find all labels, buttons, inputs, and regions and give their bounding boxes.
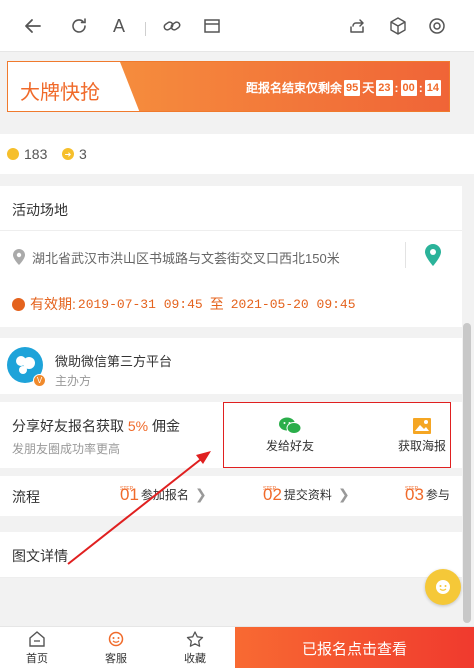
step-tag: STEP [263,486,277,492]
divider [0,577,462,578]
process-section: 流程 STEP 01 参加报名 ❯ STEP 02 提交资料 ❯ STEP 03 参与 [0,476,462,516]
location-pin-icon [13,249,25,270]
share-subtitle: 发朋友圈成功率更高 [12,442,121,456]
validity-period: 有效期: 2019-07-31 09:45 至 2021-05-20 09:45 [12,294,356,314]
coin-count: 183 [24,146,48,162]
banner-title: 大牌快抢 [20,82,100,104]
nav-home[interactable]: 首页 [12,631,62,666]
nav-favorite-label: 收藏 [184,653,206,665]
chevron-right-icon: ❯ [337,486,350,502]
annotation-highlight-box: 发给好友 获取海报 [223,402,451,468]
star-icon [186,631,204,647]
step-number: STEP 03 [405,486,424,503]
window-icon[interactable] [200,14,224,38]
coin-icon [7,148,19,160]
toolbar-divider [145,22,146,36]
stats-row: 183 ➜ 3 [0,134,474,174]
get-poster-label: 获取海报 [398,439,447,453]
customer-service-float-button[interactable] [425,569,461,605]
browser-toolbar: A [0,0,474,52]
forward-icon: ➜ [62,148,74,160]
send-to-friend-button[interactable]: 发给好友 [266,417,314,454]
details-title: 图文详情 [12,548,68,564]
link-icon[interactable] [160,14,184,38]
process-step-2: STEP 02 提交资料 ❯ [263,486,350,503]
nav-service-label: 客服 [105,653,127,665]
share-title-suffix: 佣金 [152,418,181,434]
step-label: 参与 [425,488,450,502]
process-step-3: STEP 03 参与 [405,486,450,503]
bottom-nav: 首页 客服 收藏 已报名点击查看 [0,626,474,668]
service-smile-icon [108,631,124,647]
countdown-seconds: 14 [424,79,441,96]
countdown-day-unit: 天 [362,81,375,95]
nav-favorite[interactable]: 收藏 [170,631,220,666]
nav-home-label: 首页 [26,653,48,665]
organizer-section[interactable]: V 微助微信第三方平台 主办方 [0,338,462,394]
step-number: STEP 01 [120,486,139,503]
scrollbar-thumb[interactable] [463,323,471,623]
countdown-colon: : [418,80,423,95]
signup-countdown: 距报名结束仅剩余 95 天 23 : 00 : 14 [246,79,443,96]
wechat-icon [279,417,301,434]
commission-percent: 5% [127,418,149,434]
venue-section: 活动场地 湖北省武汉市洪山区书城路与文荟街交叉口西北150米 有效期: 2019… [0,186,462,327]
step-label: 提交资料 [283,488,332,502]
chevron-right-icon: ❯ [194,486,207,502]
validity-start: 2019-07-31 09:45 [77,296,203,312]
box-icon[interactable] [386,14,410,38]
share-title-prefix: 分享好友报名获取 [12,418,124,434]
share-icon[interactable] [345,14,369,38]
headset-icon [436,580,450,594]
step-tag: STEP [405,486,419,492]
step-tag: STEP [120,486,134,492]
settings-icon[interactable] [425,14,449,38]
share-count: 3 [79,146,87,162]
back-arrow-icon[interactable] [21,14,45,38]
share-stat: ➜ 3 [62,146,87,162]
verified-badge: V [33,374,46,387]
flash-sale-banner: 大牌快抢 距报名结束仅剩余 95 天 23 : 00 : 14 [7,61,450,112]
poster-icon [413,418,431,434]
coin-stat: 183 [7,146,47,162]
organizer-role: 主办方 [55,374,92,388]
clock-icon [12,297,25,311]
send-to-friend-label: 发给好友 [266,439,315,453]
app-root: A 大牌快抢 距报名结束仅剩余 95 天 23 : 00 : 14 183 ➜ … [0,0,474,668]
share-commission-section: 分享好友报名获取 5% 佣金 发朋友圈成功率更高 发给好友 获取海报 [0,402,462,468]
nav-service[interactable]: 客服 [91,631,141,666]
countdown-days: 95 [343,79,361,96]
get-poster-button[interactable]: 获取海报 [398,417,446,454]
countdown-prefix: 距报名结束仅剩余 [245,81,342,95]
validity-end: 2021-05-20 09:45 [230,296,356,312]
share-title: 分享好友报名获取 5% 佣金 [12,416,180,436]
map-navigation-icon[interactable] [425,244,441,271]
countdown-colon: : [394,80,399,95]
process-title: 流程 [12,489,40,505]
organizer-name: 微助微信第三方平台 [55,354,173,369]
refresh-icon[interactable] [67,14,91,38]
validity-label: 有效期: [30,296,76,312]
view-registration-button[interactable]: 已报名点击查看 [235,627,474,668]
process-step-1: STEP 01 参加报名 ❯ [120,486,207,503]
countdown-hours: 23 [376,79,393,96]
details-section: 图文详情 [0,532,462,578]
venue-title: 活动场地 [12,202,68,218]
text-size-icon[interactable]: A [107,14,131,38]
home-icon [29,631,45,647]
divider [0,230,462,231]
venue-address: 湖北省武汉市洪山区书城路与文荟街交叉口西北150米 [32,251,340,266]
validity-to: 至 [209,296,224,312]
step-label: 参加报名 [140,488,189,502]
step-number: STEP 02 [263,486,282,503]
divider [405,242,406,268]
countdown-minutes: 00 [400,79,417,96]
